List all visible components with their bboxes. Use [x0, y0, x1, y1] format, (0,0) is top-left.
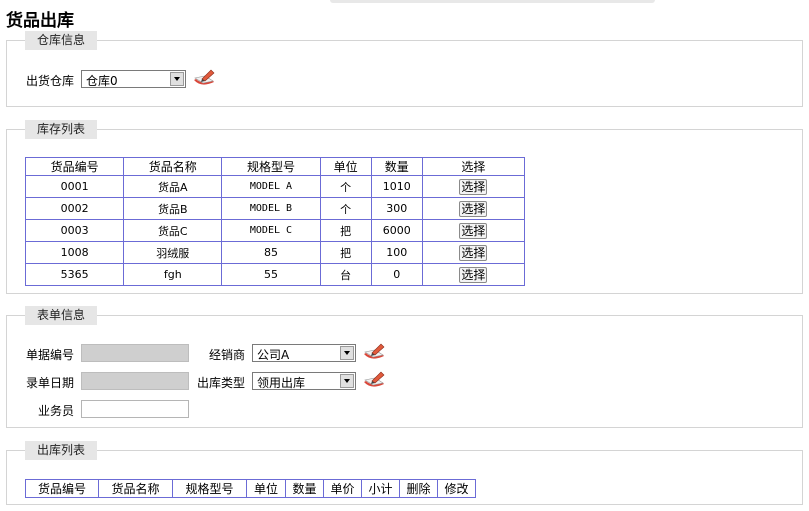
col-header: 规格型号 — [221, 157, 321, 176]
col-header: 单位 — [246, 479, 286, 498]
chevron-down-icon[interactable] — [340, 346, 354, 360]
edit-pen-icon[interactable] — [191, 68, 217, 88]
outbound-panel: 出库列表 货品编号 货品名称 规格型号 单位 数量 单价 小计 删除 修改 — [6, 441, 803, 505]
cell-action: 选择 — [421, 241, 526, 264]
cell-spec: MODEL C — [221, 219, 321, 242]
doc-no-label: 单据编号 — [26, 348, 75, 362]
select-button[interactable]: 选择 — [459, 266, 488, 283]
cell-qty: 300 — [370, 197, 423, 220]
edit-pen-icon[interactable] — [361, 370, 387, 390]
cell-qty: 6000 — [370, 219, 423, 242]
outbound-panel-legend: 出库列表 — [25, 441, 98, 460]
cell-name: 货品C — [123, 219, 223, 242]
cell-action: 选择 — [421, 263, 526, 286]
table-row: 0003 货品C MODEL C 把 6000 选择 — [24, 219, 526, 242]
cell-name: 羽绒服 — [123, 241, 223, 264]
staff-label: 业务员 — [38, 404, 75, 418]
outbound-table: 货品编号 货品名称 规格型号 单位 数量 单价 小计 删除 修改 — [25, 479, 476, 498]
cell-qty: 0 — [370, 263, 423, 286]
col-header: 单价 — [323, 479, 362, 498]
cell-spec: 55 — [221, 263, 321, 286]
cell-code: 0001 — [24, 175, 125, 198]
form-panel-legend: 表单信息 — [25, 306, 98, 325]
cell-action: 选择 — [421, 197, 526, 220]
form-panel: 表单信息 单据编号 经销商 公司A 录单日期 出库类型 领用出库 业务员 — [6, 306, 803, 428]
col-header: 货品编号 — [24, 157, 125, 176]
dealer-select-value: 公司A — [257, 348, 290, 362]
cell-qty: 100 — [370, 241, 423, 264]
cell-name: fgh — [123, 263, 223, 286]
stock-table-header: 货品编号 货品名称 规格型号 单位 数量 选择 — [24, 157, 526, 176]
cell-spec: MODEL B — [221, 197, 321, 220]
type-select-value: 领用出库 — [257, 376, 306, 390]
select-button[interactable]: 选择 — [459, 200, 488, 217]
stock-panel-legend: 库存列表 — [25, 120, 98, 139]
cell-code: 0002 — [24, 197, 125, 220]
date-label: 录单日期 — [26, 376, 75, 390]
cell-name: 货品B — [123, 197, 223, 220]
type-label: 出库类型 — [197, 376, 246, 390]
select-button[interactable]: 选择 — [459, 222, 488, 239]
chevron-down-icon[interactable] — [340, 374, 354, 388]
dealer-select[interactable]: 公司A — [252, 344, 356, 362]
col-header: 单位 — [319, 157, 372, 176]
select-button[interactable]: 选择 — [459, 178, 488, 195]
cell-code: 1008 — [24, 241, 125, 264]
col-header: 规格型号 — [172, 479, 247, 498]
table-row: 5365 fgh 55 台 0 选择 — [24, 263, 526, 286]
type-select[interactable]: 领用出库 — [252, 372, 356, 390]
staff-field[interactable] — [81, 400, 189, 418]
table-row: 0002 货品B MODEL B 个 300 选择 — [24, 197, 526, 220]
col-header: 数量 — [370, 157, 423, 176]
warehouse-select-value: 仓库0 — [86, 74, 118, 88]
doc-no-field — [81, 344, 189, 362]
warehouse-select[interactable]: 仓库0 — [81, 70, 186, 88]
cell-unit: 把 — [319, 241, 372, 264]
cell-unit: 个 — [319, 175, 372, 198]
cell-action: 选择 — [421, 175, 526, 198]
col-header: 货品名称 — [123, 157, 223, 176]
warehouse-panel: 仓库信息 出货仓库 仓库0 — [6, 31, 803, 107]
dealer-label: 经销商 — [209, 348, 246, 362]
date-field — [81, 372, 189, 390]
cell-code: 5365 — [24, 263, 125, 286]
cell-spec: 85 — [221, 241, 321, 264]
col-header: 货品名称 — [98, 479, 173, 498]
stock-panel: 库存列表 货品编号 货品名称 规格型号 单位 数量 选择 0001 货品A MO… — [6, 120, 803, 294]
col-header: 小计 — [361, 479, 400, 498]
cell-qty: 1010 — [370, 175, 423, 198]
col-header: 修改 — [437, 479, 476, 498]
warehouse-label: 出货仓库 — [26, 74, 75, 88]
cell-spec: MODEL A — [221, 175, 321, 198]
cell-code: 0003 — [24, 219, 125, 242]
page-title: 货品出库 — [6, 11, 74, 31]
col-header: 选择 — [421, 157, 526, 176]
col-header: 数量 — [285, 479, 324, 498]
cell-unit: 个 — [319, 197, 372, 220]
chevron-down-icon[interactable] — [170, 72, 184, 86]
table-row: 0001 货品A MODEL A 个 1010 选择 — [24, 175, 526, 198]
stock-table: 货品编号 货品名称 规格型号 单位 数量 选择 0001 货品A MODEL A… — [24, 157, 526, 286]
select-button[interactable]: 选择 — [459, 244, 488, 261]
top-shadow-bar — [330, 0, 655, 3]
cell-unit: 把 — [319, 219, 372, 242]
cell-name: 货品A — [123, 175, 223, 198]
col-header: 货品编号 — [25, 479, 99, 498]
outbound-table-header: 货品编号 货品名称 规格型号 单位 数量 单价 小计 删除 修改 — [25, 479, 476, 498]
cell-unit: 台 — [319, 263, 372, 286]
cell-action: 选择 — [421, 219, 526, 242]
warehouse-panel-legend: 仓库信息 — [25, 31, 98, 50]
edit-pen-icon[interactable] — [361, 342, 387, 362]
table-row: 1008 羽绒服 85 把 100 选择 — [24, 241, 526, 264]
col-header: 删除 — [399, 479, 438, 498]
